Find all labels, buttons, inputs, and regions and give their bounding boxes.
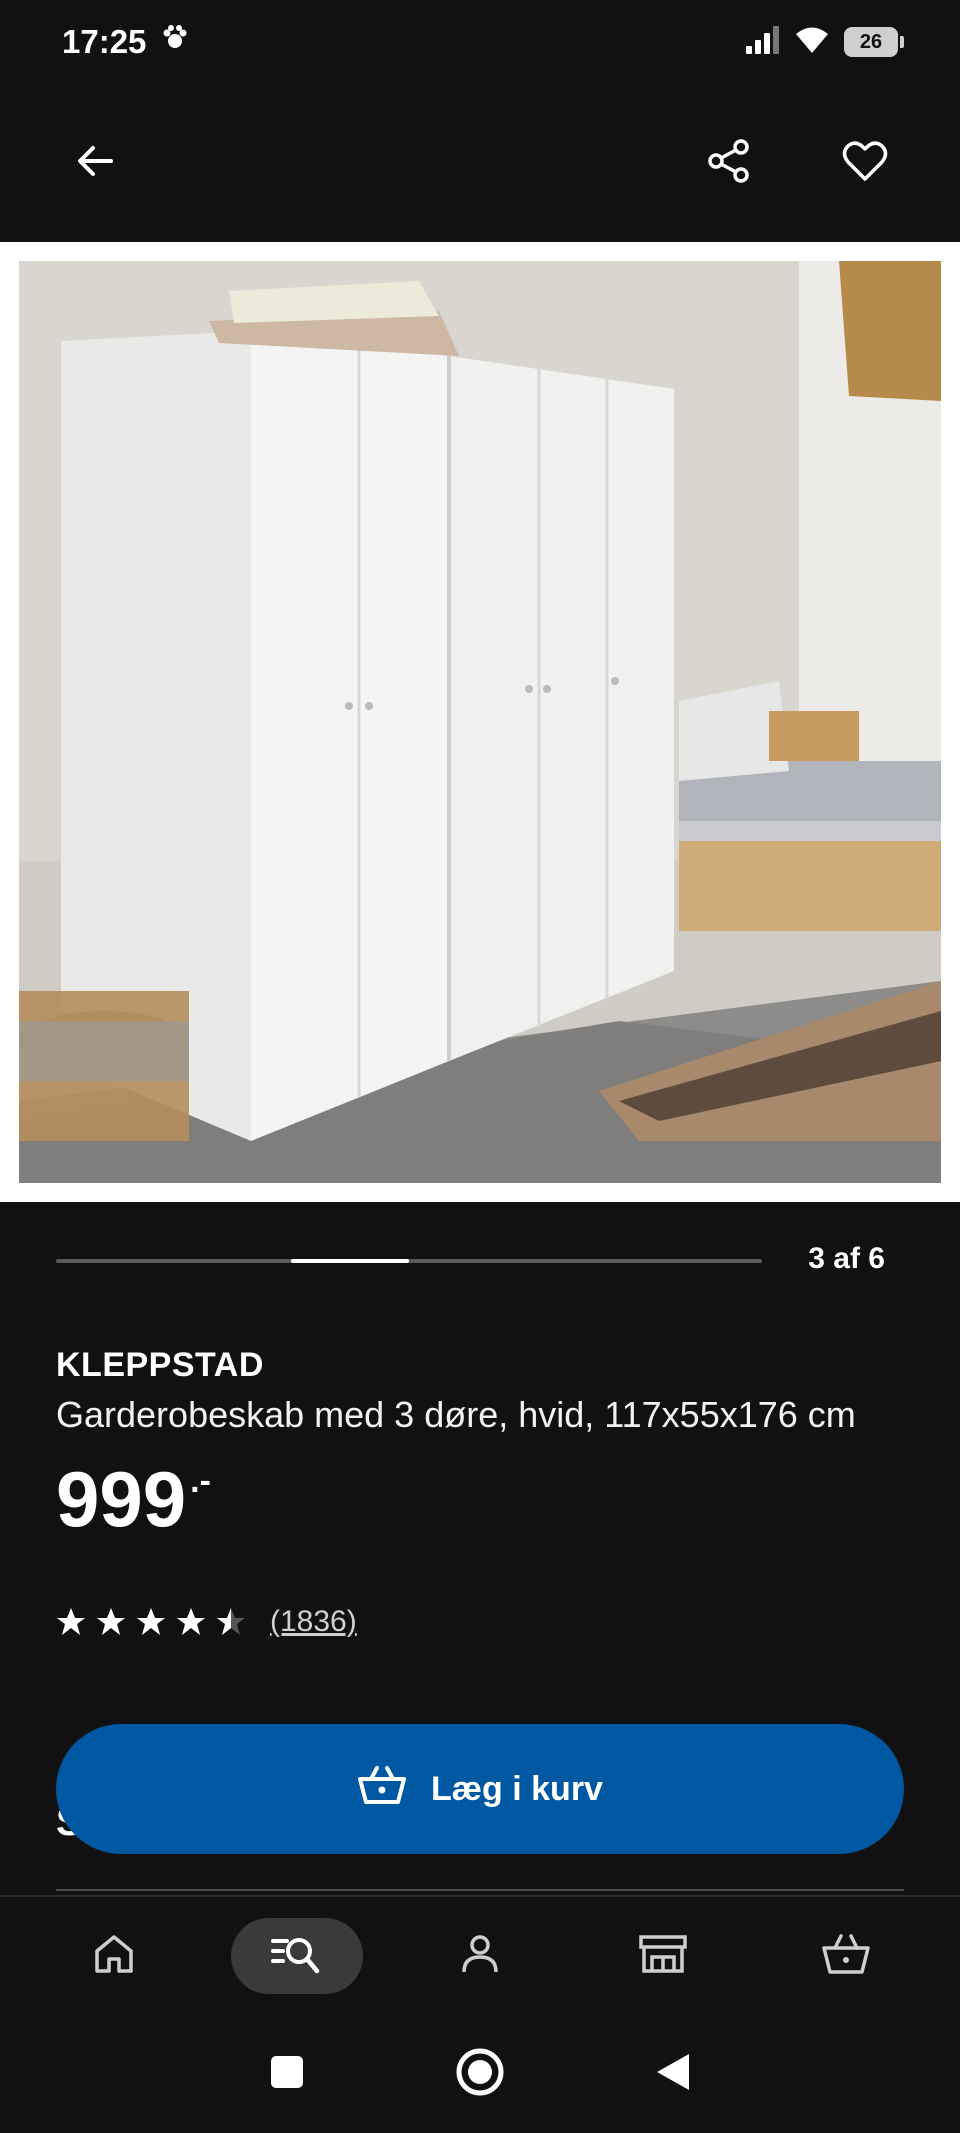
basket-icon [821,1932,871,1981]
status-right: 26 [744,25,904,59]
status-bar: 17:25 26 [0,0,960,84]
nav-cart[interactable] [780,1918,912,1994]
profile-icon [457,1931,503,1982]
share-icon [706,138,752,189]
notification-paw-icon [160,23,190,61]
gallery-progress-fill [291,1259,409,1263]
home-icon [91,1931,137,1982]
status-left: 17:25 [62,23,190,61]
bottom-navigation [0,1895,960,2015]
price-suffix: .- [190,1462,211,1500]
product-price: 999 .- [56,1460,211,1538]
app-bar-actions [684,118,910,208]
star-icon [177,1608,205,1635]
star-icon [137,1608,165,1635]
favorite-heart-icon [842,140,888,187]
back-triangle-icon[interactable] [655,2052,691,2097]
store-icon [638,1931,688,1982]
app-bar [0,84,960,242]
system-navigation [0,2015,960,2133]
price-value: 999 [56,1455,187,1543]
nav-search[interactable] [231,1918,363,1994]
search-list-icon [269,1931,325,1982]
nav-stores[interactable] [597,1918,729,1994]
home-circle-icon[interactable] [455,2047,505,2102]
star-icon [97,1608,125,1635]
section-divider [56,1889,904,1891]
recents-square-icon[interactable] [269,2054,305,2095]
rating-stars [56,1607,246,1637]
product-rating[interactable]: (1836) [56,1605,357,1639]
nav-profile[interactable] [414,1918,546,1994]
product-photo[interactable] [19,261,941,1183]
review-count-link[interactable]: (1836) [270,1605,357,1639]
status-time: 17:25 [62,23,147,60]
product-description: Garderobeskab med 3 døre, hvid, 117x55x1… [56,1394,856,1435]
back-arrow-icon [73,139,117,188]
star-icon [57,1608,85,1635]
back-button[interactable] [50,118,140,208]
favorite-button[interactable] [820,118,910,208]
wardrobe-bedroom-image [19,261,941,1183]
nav-home[interactable] [48,1918,180,1994]
battery-level: 26 [859,30,883,53]
gallery-counter: 3 af 6 [808,1242,885,1275]
signal-icon [744,25,780,59]
share-button[interactable] [684,118,774,208]
add-to-cart-button[interactable]: Læg i kurv [56,1724,904,1854]
battery-icon: 26 [844,27,904,57]
wifi-icon [794,26,830,59]
product-brand: KLEPPSTAD [56,1346,264,1384]
basket-icon [357,1765,407,1814]
star-icon [217,1608,245,1635]
product-image-container[interactable] [0,242,960,1202]
add-to-cart-label: Læg i kurv [431,1769,603,1808]
gallery-progress-bar[interactable] [56,1259,762,1263]
